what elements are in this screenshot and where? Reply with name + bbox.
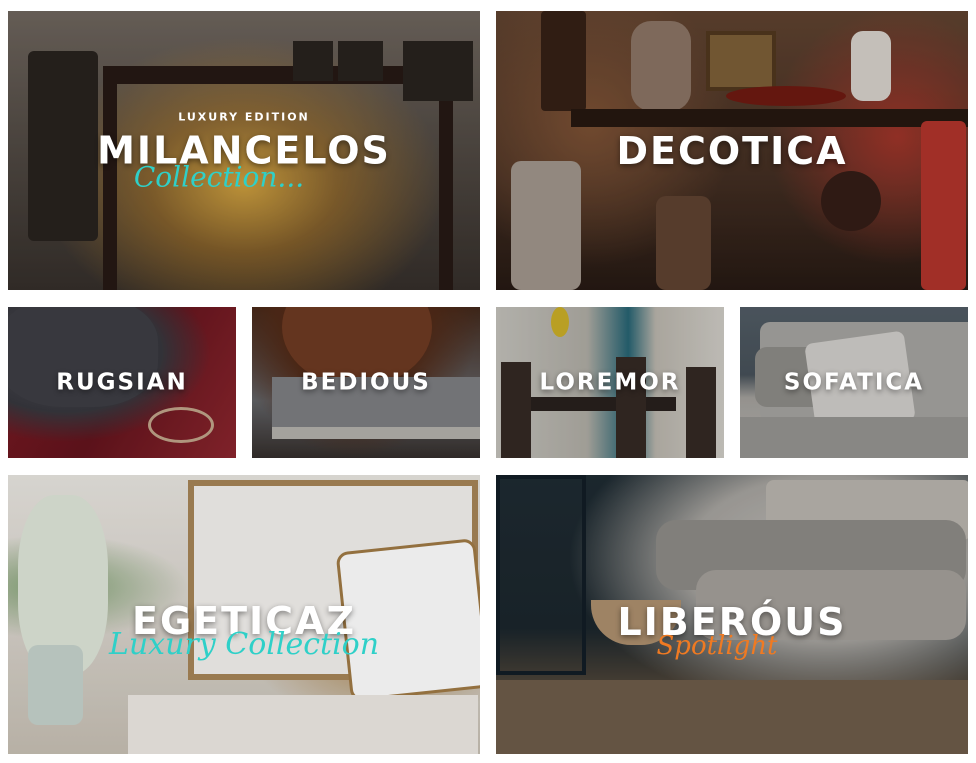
collection-tile-liberous[interactable]: LIBERÓUS Spotlight <box>496 475 968 754</box>
tile-subtitle: Spotlight <box>656 631 778 662</box>
tile-title: DECOTICA <box>616 128 848 173</box>
collection-tile-milancelos[interactable]: LUXURY EDITION MILANCELOS Collection... <box>8 11 480 290</box>
collection-tile-sofatica[interactable]: SOFATICA <box>740 307 968 458</box>
collection-tile-decotica[interactable]: DECOTICA <box>496 11 968 290</box>
tile-title: SOFATICA <box>783 369 925 395</box>
tile-title: BEDIOUS <box>301 369 431 395</box>
tile-subtitle: Collection... <box>133 160 305 193</box>
collection-tile-rugsian[interactable]: RUGSIAN <box>8 307 236 458</box>
tile-title: RUGSIAN <box>56 369 188 395</box>
collection-tile-egeticaz[interactable]: EGETICAZ Luxury Collection <box>8 475 480 754</box>
tile-kicker: LUXURY EDITION <box>178 110 310 123</box>
tile-title: LOREMOR <box>539 369 681 395</box>
collection-tile-loremor[interactable]: LOREMOR <box>496 307 724 458</box>
collection-tile-bedious[interactable]: BEDIOUS <box>252 307 480 458</box>
tile-subtitle: Luxury Collection <box>108 627 380 663</box>
